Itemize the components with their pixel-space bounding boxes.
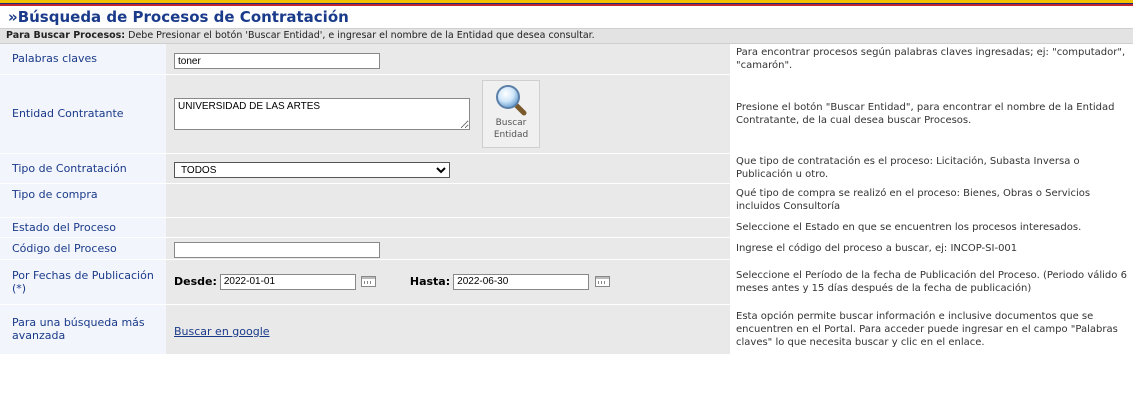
buscar-entidad-line2: Entidad <box>493 129 529 140</box>
palabras-claves-cell <box>166 44 730 75</box>
tipo-contratacion-help: Que tipo de contratación es el proceso: … <box>730 153 1133 184</box>
desde-label: Desde: <box>174 275 217 288</box>
tipo-compra-cell <box>166 183 730 218</box>
fechas-publicacion-label: Por Fechas de Publicación (*) <box>0 259 166 305</box>
hasta-date-input[interactable] <box>453 273 590 290</box>
tipo-compra-label: Tipo de compra <box>0 183 166 218</box>
palabras-claves-label: Palabras claves <box>0 44 166 75</box>
instructions-bar: Para Buscar Procesos: Debe Presionar el … <box>0 28 1133 44</box>
palabras-claves-input[interactable] <box>174 53 380 69</box>
codigo-proceso-help: Ingrese el código del proceso a buscar, … <box>730 237 1133 260</box>
row-tipo-compra: Tipo de compra Qué tipo de compra se rea… <box>0 183 1133 218</box>
row-busqueda-avanzada: Para una búsqueda más avanzada Buscar en… <box>0 304 1133 355</box>
tipo-compra-help: Qué tipo de compra se realizó en el proc… <box>730 183 1133 218</box>
row-entidad-contratante: Entidad Contratante UNIVERSIDAD DE LAS A… <box>0 74 1133 154</box>
desde-date-input[interactable] <box>219 273 356 290</box>
magnifier-icon <box>496 84 527 115</box>
codigo-proceso-label: Código del Proceso <box>0 237 166 260</box>
entidad-contratante-textarea[interactable]: UNIVERSIDAD DE LAS ARTES <box>174 97 470 130</box>
fechas-publicacion-help: Seleccione el Período de la fecha de Pub… <box>730 259 1133 305</box>
tipo-contratacion-select[interactable]: TODOS <box>174 162 450 179</box>
row-palabras-claves: Palabras claves Para encontrar procesos … <box>0 44 1133 75</box>
buscar-entidad-line1: Buscar <box>495 117 527 128</box>
search-form: Palabras claves Para encontrar procesos … <box>0 44 1133 355</box>
estado-proceso-help: Seleccione el Estado en que se encuentre… <box>730 217 1133 238</box>
row-tipo-contratacion: Tipo de Contratación TODOS Que tipo de c… <box>0 153 1133 184</box>
row-estado-proceso: Estado del Proceso Seleccione el Estado … <box>0 217 1133 238</box>
buscar-entidad-button[interactable]: Buscar Entidad <box>482 79 540 148</box>
estado-proceso-label: Estado del Proceso <box>0 217 166 238</box>
row-codigo-proceso: Código del Proceso Ingrese el código del… <box>0 237 1133 260</box>
row-fechas-publicacion: Por Fechas de Publicación (*) Desde: Has… <box>0 259 1133 305</box>
tipo-contratacion-label: Tipo de Contratación <box>0 153 166 184</box>
instructions-label: Para Buscar Procesos: <box>6 30 126 41</box>
buscar-google-link[interactable]: Buscar en google <box>174 325 270 338</box>
palabras-claves-help: Para encontrar procesos según palabras c… <box>730 44 1133 75</box>
tipo-contratacion-cell: TODOS <box>166 153 730 184</box>
page-title: »Búsqueda de Procesos de Contratación <box>8 8 349 26</box>
entidad-contratante-label: Entidad Contratante <box>0 74 166 154</box>
entidad-contratante-cell: UNIVERSIDAD DE LAS ARTES Buscar Entidad <box>166 74 730 154</box>
busqueda-avanzada-label: Para una búsqueda más avanzada <box>0 304 166 355</box>
hasta-calendar-icon[interactable] <box>595 276 611 287</box>
fechas-publicacion-cell: Desde: Hasta: <box>166 259 730 305</box>
busqueda-avanzada-help: Esta opción permite buscar información e… <box>730 304 1133 355</box>
codigo-proceso-input[interactable] <box>174 242 380 259</box>
entidad-contratante-help: Presione el botón "Buscar Entidad", para… <box>730 74 1133 154</box>
codigo-proceso-cell <box>166 237 730 260</box>
busqueda-avanzada-cell: Buscar en google <box>166 304 730 355</box>
hasta-label: Hasta: <box>409 275 451 288</box>
desde-calendar-icon[interactable] <box>360 276 376 287</box>
estado-proceso-cell <box>166 217 730 238</box>
instructions-text: Debe Presionar el botón 'Buscar Entidad'… <box>125 30 595 41</box>
